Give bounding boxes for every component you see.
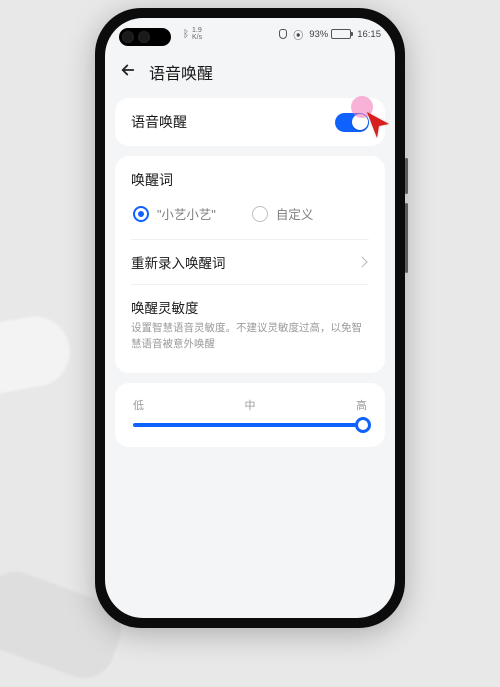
phone-side-button-2 xyxy=(405,203,408,273)
wakeword-option-custom[interactable]: 自定义 xyxy=(252,204,314,223)
radio-selected-icon xyxy=(133,206,149,222)
slider-thumb[interactable] xyxy=(355,417,371,433)
slider-tick-labels: 低 中 高 xyxy=(133,397,367,413)
page-header: 语音唤醒 xyxy=(105,52,395,92)
battery-indicator: 93% xyxy=(309,29,351,40)
wakeword-option-custom-label: 自定义 xyxy=(276,204,314,223)
toggle-knob xyxy=(352,114,368,130)
status-bar: ᛒ 1.9 K/s ⦿ 93% 16:15 xyxy=(105,18,395,50)
wakeword-section-title: 唤醒词 xyxy=(131,170,369,190)
voice-wakeup-label: 语音唤醒 xyxy=(131,112,187,132)
sensitivity-block: 唤醒灵敏度 设置智慧语音灵敏度。不建议灵敏度过高，以免智慧语音被意外唤醒 xyxy=(131,284,369,359)
mic-icon xyxy=(279,29,287,39)
slider-label-high: 高 xyxy=(356,397,367,413)
battery-icon xyxy=(331,29,351,39)
wakeword-radio-group: "小艺小艺" 自定义 xyxy=(131,204,369,223)
status-time: 16:15 xyxy=(357,29,381,40)
voice-wakeup-toggle-row: 语音唤醒 xyxy=(131,112,369,132)
cursor-arrow-icon xyxy=(365,110,393,140)
sensitivity-description: 设置智慧语音灵敏度。不建议灵敏度过高，以免智慧语音被意外唤醒 xyxy=(131,321,369,353)
annotation-cursor xyxy=(365,110,393,140)
bluetooth-status-icon: ⦿ xyxy=(293,27,303,42)
sensitivity-title: 唤醒灵敏度 xyxy=(131,297,369,317)
wakeword-option-default-label: "小艺小艺" xyxy=(157,204,216,223)
status-left-group: ᛒ 1.9 K/s xyxy=(183,27,202,41)
rerecord-wakeword-label: 重新录入唤醒词 xyxy=(131,252,226,272)
rerecord-wakeword-row[interactable]: 重新录入唤醒词 xyxy=(131,239,369,284)
radio-unselected-icon xyxy=(252,206,268,222)
bluetooth-icon: ᛒ xyxy=(183,29,189,40)
wakeword-card: 唤醒词 "小艺小艺" 自定义 重新录入唤醒词 唤醒灵敏 xyxy=(115,156,385,373)
slider-label-mid: 中 xyxy=(245,397,256,413)
battery-percent: 93% xyxy=(309,29,328,40)
sensitivity-slider[interactable] xyxy=(133,423,367,427)
wakeword-option-default[interactable]: "小艺小艺" xyxy=(133,204,216,223)
phone-frame: ᛒ 1.9 K/s ⦿ 93% 16:15 语音唤醒 xyxy=(95,8,405,628)
voice-wakeup-toggle[interactable] xyxy=(335,113,369,132)
status-network-speed: 1.9 K/s xyxy=(192,27,202,41)
voice-wakeup-toggle-card: 语音唤醒 xyxy=(115,98,385,146)
back-button[interactable] xyxy=(119,61,137,84)
sensitivity-slider-card: 低 中 高 xyxy=(115,383,385,447)
chevron-right-icon xyxy=(356,256,367,267)
content-area: 语音唤醒 唤醒词 xyxy=(115,98,385,608)
slider-label-low: 低 xyxy=(133,397,144,413)
page-title: 语音唤醒 xyxy=(149,60,213,84)
phone-side-button-1 xyxy=(405,158,408,194)
background-decoration-left xyxy=(0,311,75,399)
back-arrow-icon xyxy=(119,61,137,79)
phone-screen: ᛒ 1.9 K/s ⦿ 93% 16:15 语音唤醒 xyxy=(105,18,395,618)
